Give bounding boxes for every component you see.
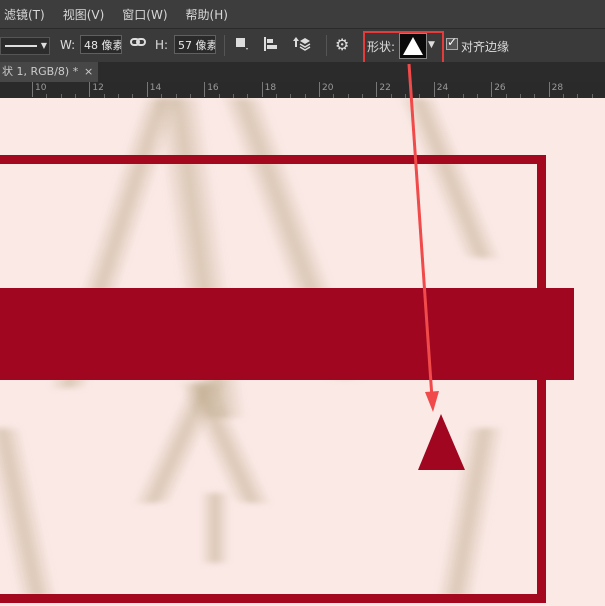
ruler-tick: [32, 82, 33, 97]
ruler-tick: [548, 82, 550, 97]
separator: [326, 35, 327, 56]
document-tab-bar: 状 1, RGB/8) * ×: [0, 62, 605, 82]
separator: [224, 35, 225, 56]
ruler-tick: [376, 82, 378, 97]
ruler-label: 28: [551, 83, 564, 93]
options-bar: ▼ W: 48 像素 H: 57 像素 ⚙ 形状: 对齐边缘: [0, 28, 605, 63]
menu-help[interactable]: 帮助(H): [186, 6, 228, 23]
horizontal-ruler[interactable]: 10 12 14 16 18 20 22 24 26 28: [0, 82, 605, 99]
width-label: W:: [60, 38, 76, 52]
ruler-label: 16: [207, 83, 219, 93]
ruler-label: 18: [264, 83, 277, 93]
chevron-down-icon[interactable]: ▼: [428, 40, 435, 50]
document-canvas[interactable]: [0, 98, 605, 606]
ruler-label: 24: [436, 83, 449, 93]
menu-filter[interactable]: 滤镜(T): [4, 6, 45, 23]
close-icon[interactable]: ×: [84, 62, 93, 82]
height-label: H:: [155, 38, 169, 52]
stroke-type-dropdown[interactable]: ▼: [0, 37, 50, 55]
ruler-tick: [89, 82, 91, 97]
path-arrangement-icon[interactable]: [293, 36, 311, 56]
width-input[interactable]: 48 像素: [80, 35, 122, 54]
canvas-overlay: [418, 414, 465, 470]
document-tab[interactable]: 状 1, RGB/8) * ×: [0, 62, 98, 82]
menu-window[interactable]: 窗口(W): [122, 6, 167, 23]
ruler-label: 22: [379, 83, 391, 93]
menu-bar: 滤镜(T) 视图(V) 窗口(W) 帮助(H): [0, 0, 605, 28]
height-input[interactable]: 57 像素: [174, 35, 216, 54]
ruler-tick: [146, 82, 148, 97]
ruler-label: 10: [35, 83, 47, 93]
ruler-tick: [319, 82, 320, 97]
triangle-shape-icon: [403, 37, 423, 55]
ruler-tick: [261, 82, 263, 97]
document-tab-title: 状 1, RGB/8) *: [2, 65, 79, 78]
ruler-label: 14: [149, 83, 162, 93]
gear-icon[interactable]: ⚙: [335, 35, 349, 54]
align-edges-checkbox[interactable]: [446, 35, 458, 50]
ruler-tick: [204, 82, 206, 97]
path-operations-icon[interactable]: [235, 37, 249, 55]
path-alignment-icon[interactable]: [263, 36, 279, 56]
ruler-label: 26: [494, 83, 506, 93]
align-edges-label: 对齐边缘: [461, 40, 510, 54]
ruler-tick: [491, 82, 493, 97]
ruler-label: 12: [92, 83, 104, 93]
menu-view[interactable]: 视图(V): [63, 6, 105, 23]
triangle-shape[interactable]: [418, 414, 465, 470]
link-icon[interactable]: [130, 34, 146, 54]
shape-picker[interactable]: [399, 33, 427, 59]
stroke-line-preview: [5, 45, 37, 47]
ruler-tick: [433, 82, 435, 97]
ruler-label: 20: [322, 83, 334, 93]
chevron-down-icon: ▼: [40, 41, 47, 50]
